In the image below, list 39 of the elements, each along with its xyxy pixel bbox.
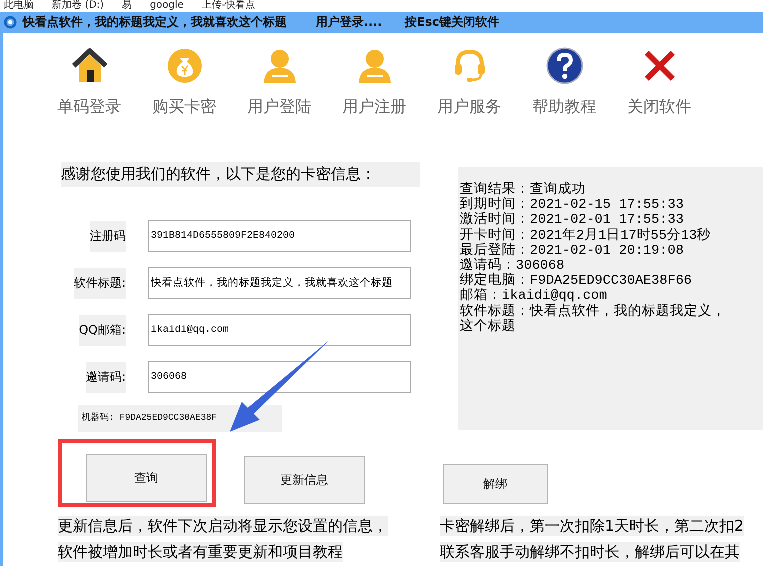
breadcrumb-item[interactable]: google [150, 0, 184, 12]
input-field[interactable]: ikaidi@qq.com [148, 314, 411, 346]
result-line: 激活时间：2021-02-01 17:55:33 [459, 213, 685, 228]
field-label: QQ邮箱: [79, 314, 126, 346]
result-line: 这个标题 [459, 320, 517, 336]
toolbar-button[interactable]: 帮助教程 [517, 47, 612, 118]
note-text: 卡密解绑后，第一次扣除1天时长，第二次扣2 [440, 516, 744, 536]
update-button[interactable]: 更新信息 [244, 456, 365, 504]
toolbar-button[interactable]: 用户登陆 [232, 47, 327, 118]
toolbar-button[interactable]: 用户注册 [327, 47, 422, 118]
field-label: 邀请码: [86, 362, 126, 392]
toolbar-button[interactable]: 用户服务 [422, 47, 517, 118]
input-field[interactable]: 快看点软件，我的标题我定义，我就喜欢这个标题 [148, 267, 411, 299]
title-text: 快看点软件，我的标题我定义，我就喜欢这个标题 [23, 14, 288, 31]
intro-text: 感谢您使用我们的软件，以下是您的卡密信息： [61, 162, 420, 187]
toolbar-button[interactable]: 购买卡密 [137, 47, 232, 118]
note-text: 更新信息后，软件下次启动将显示您设置的信息， [58, 516, 388, 536]
unbind-button[interactable]: 解绑 [443, 464, 548, 504]
note-text: 联系客服手动解绑不扣时长，解绑后可以在其 [440, 542, 740, 562]
result-line: 邮箱：ikaidi@qq.com [459, 289, 608, 304]
field-label: 注册码 [90, 220, 126, 252]
machine-code-text: 机器码: F9DA25ED9CC30AE38F [78, 405, 282, 432]
result-line: 查询结果：查询成功 [459, 183, 587, 198]
toolbar-button[interactable]: 关闭软件 [612, 47, 707, 118]
input-field[interactable]: 391B814D6555809F2E840200 [148, 220, 411, 252]
result-line: 最后登陆：2021-02-01 20:19:08 [459, 244, 685, 259]
note-text: 软件被增加时长或者有重要更新和项目教程 [58, 542, 343, 562]
field-label: 软件标题: [74, 268, 126, 298]
query-button[interactable]: 查询 [86, 454, 207, 502]
result-line: 软件标题：快看点软件，我的标题我定义， [459, 304, 727, 320]
title-text: 按Esc键关闭软件 [405, 14, 500, 31]
breadcrumb-item[interactable]: 上传-快看点 [202, 0, 256, 12]
title-text: 用户登录.... [316, 14, 384, 31]
result-line: 到期时间：2021-02-15 17:55:33 [459, 198, 685, 214]
input-field[interactable]: 306068 [148, 361, 411, 393]
result-line: 开卡时间：2021年2月1日17时55分13秒 [459, 228, 712, 244]
result-line: 绑定电脑：F9DA25ED9CC30AE38F66 [459, 274, 694, 290]
breadcrumb-item[interactable]: 易 [122, 0, 132, 12]
toolbar-button[interactable]: 单码登录 [42, 47, 137, 118]
